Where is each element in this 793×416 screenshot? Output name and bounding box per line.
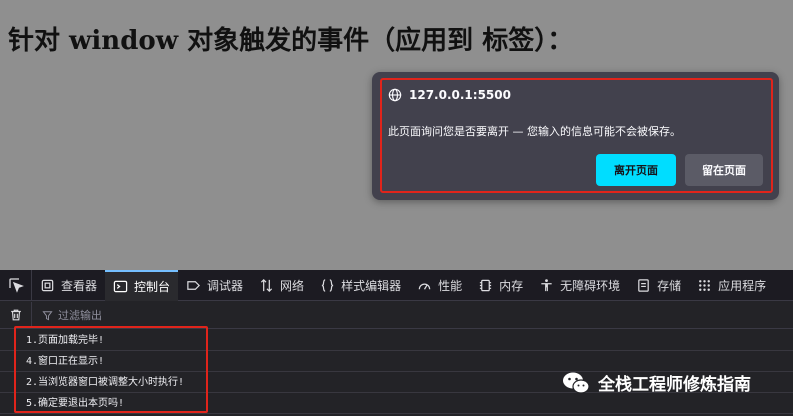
- filter-icon: [42, 310, 53, 320]
- tab-label: 无障碍环境: [560, 278, 621, 293]
- tab-memory[interactable]: 内存: [470, 270, 531, 301]
- devtools-tabbar: 查看器 控制台 调试器 网络 样式编辑器 性能 内存 无障碍环境 存储 应用程序: [0, 269, 793, 301]
- clear-console-button[interactable]: [0, 301, 32, 329]
- tab-label: 控制台: [134, 279, 171, 294]
- console-icon: [113, 280, 128, 292]
- filter-output-input[interactable]: 过滤输出: [32, 307, 102, 323]
- watermark-text: 全栈工程师修炼指南: [598, 375, 751, 395]
- tab-label: 网络: [280, 278, 305, 293]
- dialog-highlight-frame: [380, 78, 773, 193]
- application-icon: [699, 279, 711, 291]
- tab-application[interactable]: 应用程序: [689, 270, 774, 301]
- console-filterbar: 过滤输出: [0, 301, 793, 329]
- tab-storage[interactable]: 存储: [628, 270, 689, 301]
- filter-placeholder: 过滤输出: [58, 309, 102, 322]
- tab-label: 存储: [657, 278, 682, 293]
- tab-label: 内存: [499, 278, 524, 293]
- network-icon: [260, 278, 273, 292]
- tab-console[interactable]: 控制台: [105, 269, 179, 301]
- tab-label: 查看器: [61, 278, 98, 293]
- tab-network[interactable]: 网络: [251, 270, 312, 301]
- tab-label: 调试器: [207, 278, 244, 293]
- page-title: 针对 window 对象触发的事件（应用到 标签）：: [8, 26, 574, 56]
- element-picker-button[interactable]: [0, 269, 32, 301]
- performance-icon: [418, 283, 431, 290]
- tab-label: 样式编辑器: [341, 278, 402, 293]
- wechat-icon: [563, 372, 590, 394]
- watermark: 全栈工程师修炼指南: [562, 370, 751, 395]
- trash-icon: [10, 309, 21, 321]
- tab-label: 性能: [438, 278, 463, 293]
- inspector-icon: [41, 279, 54, 291]
- element-picker-icon: [8, 278, 24, 293]
- memory-icon: [479, 279, 492, 291]
- tab-inspector[interactable]: 查看器: [32, 270, 105, 301]
- storage-icon: [638, 278, 649, 292]
- console-highlight-frame: [14, 326, 208, 413]
- tab-debugger[interactable]: 调试器: [178, 270, 251, 301]
- debugger-icon: [187, 280, 201, 290]
- tab-accessibility[interactable]: 无障碍环境: [531, 270, 628, 301]
- style-editor-icon: [321, 278, 334, 292]
- tab-label: 应用程序: [718, 278, 767, 293]
- accessibility-icon: [541, 278, 552, 291]
- tab-style-editor[interactable]: 样式编辑器: [312, 270, 409, 301]
- tab-performance[interactable]: 性能: [409, 270, 470, 301]
